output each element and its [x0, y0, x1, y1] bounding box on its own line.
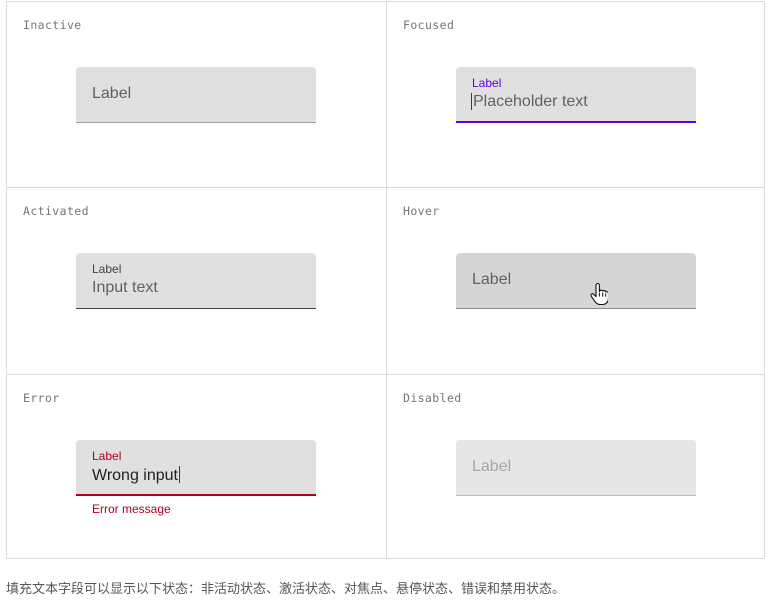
error-message: Error message — [92, 502, 171, 516]
cell-inactive: Inactive Label — [7, 2, 386, 187]
cell-title-hover: Hover — [403, 204, 440, 218]
figure-caption: 填充文本字段可以显示以下状态：非活动状态、激活状态、对焦点、悬停状态、错误和禁用… — [6, 582, 566, 597]
text-caret — [178, 466, 181, 483]
text-field-focused[interactable]: Label Placeholder text — [456, 67, 696, 123]
cell-title-activated: Activated — [23, 204, 89, 218]
cell-hover: Hover Label — [387, 188, 766, 374]
field-label: Label — [472, 458, 512, 475]
field-label: Label — [472, 271, 512, 288]
cell-title-error: Error — [23, 391, 60, 405]
text-caret — [471, 93, 472, 110]
states-grid: Inactive Label Focused Label Placeholder… — [6, 1, 765, 559]
field-value: Input text — [92, 279, 158, 296]
field-value: Wrong input — [92, 467, 178, 484]
cell-activated: Activated Label Input text — [7, 188, 386, 374]
cell-focused: Focused Label Placeholder text — [387, 2, 766, 187]
cell-title-inactive: Inactive — [23, 18, 82, 32]
field-label: Label — [92, 449, 122, 463]
field-placeholder: Placeholder text — [473, 93, 588, 110]
cell-title-focused: Focused — [403, 18, 455, 32]
text-field-activated[interactable]: Label Input text — [76, 253, 316, 309]
cell-title-disabled: Disabled — [403, 391, 462, 405]
text-field-error[interactable]: Label Wrong input — [76, 440, 316, 496]
cell-disabled: Disabled Label — [387, 375, 766, 560]
field-label: Label — [472, 76, 502, 90]
field-value-wrapper: Wrong input — [92, 466, 181, 485]
text-field-inactive[interactable]: Label — [76, 67, 316, 123]
field-label: Label — [92, 85, 132, 102]
text-field-hover[interactable]: Label — [456, 253, 696, 309]
pointer-hand-icon — [590, 283, 608, 305]
cell-error: Error Label Wrong input Error message — [7, 375, 386, 560]
text-field-disabled: Label — [456, 440, 696, 496]
field-label: Label — [92, 262, 122, 276]
